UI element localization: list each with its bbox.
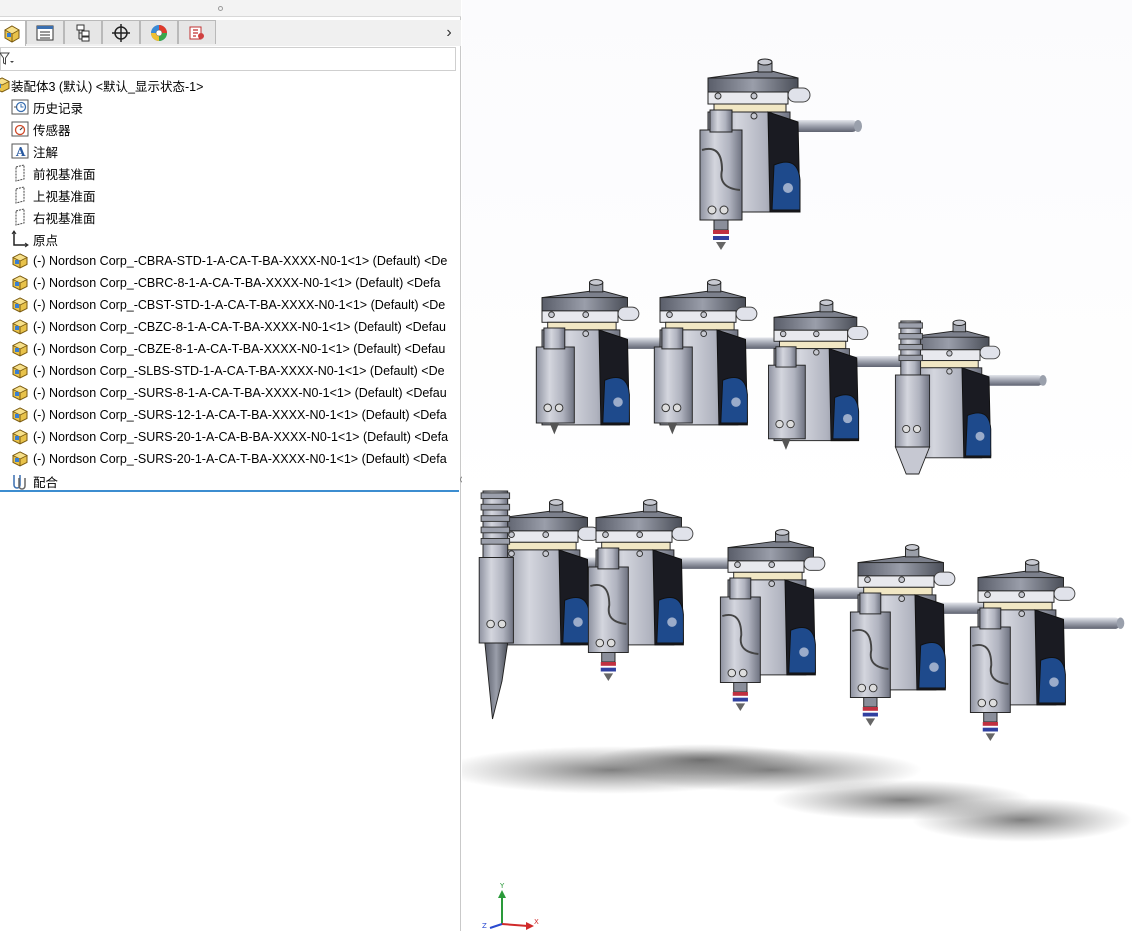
tree-item-label: (-) Nordson Corp_-CBZC-8-1-A-CA-T-BA-XXX… (33, 320, 446, 334)
tree-filter-bar[interactable] (0, 47, 456, 71)
part-icon (10, 318, 30, 336)
view-triad: Y X Z (482, 882, 539, 930)
tree-item-label: 右视基准面 (33, 211, 96, 226)
panel-grip[interactable] (0, 0, 461, 17)
mates-icon (10, 472, 30, 490)
part-icon (10, 296, 30, 314)
part-icon (10, 362, 30, 380)
tree-item-component[interactable]: (-) Nordson Corp_-CBZE-8-1-A-CA-T-BA-XXX… (0, 338, 471, 360)
tree-item-component[interactable]: (-) Nordson Corp_-SURS-8-1-A-CA-T-BA-XXX… (0, 382, 471, 404)
tree-item-history[interactable]: 历史记录 (0, 96, 471, 118)
plane-icon (10, 164, 30, 182)
crosshair-target-icon (112, 23, 130, 42)
filter-icon[interactable] (0, 50, 17, 68)
feature-manager-tab[interactable] (0, 20, 26, 46)
manager-tab-bar: › (0, 20, 461, 46)
feature-manager-panel: › 装配体3 (默认) <默认_显示状态-1> 历史记录 传感器 A 注解 前视… (0, 0, 461, 931)
tree-item-component[interactable]: (-) Nordson Corp_-CBRC-8-1-A-CA-T-BA-XXX… (0, 272, 471, 294)
tree-item-component[interactable]: (-) Nordson Corp_-SLBS-STD-1-A-CA-T-BA-X… (0, 360, 471, 382)
assembly-model-view[interactable] (462, 0, 1132, 931)
tree-item-label: (-) Nordson Corp_-SURS-12-1-A-CA-T-BA-XX… (33, 408, 447, 422)
tree-item-label: (-) Nordson Corp_-CBRC-8-1-A-CA-T-BA-XXX… (33, 276, 441, 290)
tree-item-label: 注解 (33, 145, 59, 160)
tree-item-label: 历史记录 (33, 101, 84, 116)
part-icon (10, 274, 30, 292)
cam-tab[interactable] (178, 20, 216, 44)
part-icon (10, 406, 30, 424)
part-icon (10, 252, 30, 270)
tree-item-component[interactable]: (-) Nordson Corp_-CBZC-8-1-A-CA-T-BA-XXX… (0, 316, 471, 338)
tree-item-label: (-) Nordson Corp_-CBRA-STD-1-A-CA-T-BA-X… (33, 254, 448, 268)
tree-item-label: 上视基准面 (33, 189, 96, 204)
tree-item-front-plane[interactable]: 前视基准面 (0, 162, 471, 184)
valve-unit[interactable] (894, 319, 1047, 475)
plane-icon (10, 186, 30, 204)
tab-scroll-right-button[interactable]: › (440, 23, 458, 43)
valve-unit[interactable] (969, 559, 1125, 741)
property-list-icon (36, 25, 54, 40)
origin-icon (10, 230, 30, 248)
tree-item-label: 原点 (33, 233, 59, 248)
part-icon (10, 428, 30, 446)
tree-item-label: (-) Nordson Corp_-CBST-STD-1-A-CA-T-BA-X… (33, 298, 446, 312)
annotation-icon: A (10, 142, 30, 160)
plane-icon (10, 208, 30, 226)
svg-text:A: A (15, 145, 26, 159)
grip-dot-icon (218, 6, 223, 11)
x-axis-icon (501, 923, 529, 927)
tree-item-label: (-) Nordson Corp_-SURS-20-1-A-CA-B-BA-XX… (33, 430, 449, 444)
tree-root-assembly[interactable]: 装配体3 (默认) <默认_显示状态-1> (0, 74, 461, 96)
configuration-manager-tab[interactable] (64, 20, 102, 44)
appearance-color-wheel-icon (151, 24, 167, 41)
property-manager-tab[interactable] (26, 20, 64, 44)
tree-item-label: (-) Nordson Corp_-SLBS-STD-1-A-CA-T-BA-X… (33, 364, 445, 378)
sensor-icon (10, 120, 30, 138)
tree-item-annotations[interactable]: A 注解 (0, 140, 471, 162)
triad-z-label: Z (482, 922, 487, 930)
tree-item-top-plane[interactable]: 上视基准面 (0, 184, 471, 206)
tree-item-component[interactable]: (-) Nordson Corp_-CBST-STD-1-A-CA-T-BA-X… (0, 294, 471, 316)
configuration-icon (76, 24, 90, 41)
cam-icon (189, 26, 204, 39)
valve-unit[interactable] (587, 499, 743, 681)
display-manager-tab[interactable] (140, 20, 178, 44)
tree-item-label: 前视基准面 (33, 167, 96, 182)
part-icon (10, 450, 30, 468)
tree-item-component[interactable]: (-) Nordson Corp_-SURS-20-1-A-CA-T-BA-XX… (0, 448, 471, 470)
tree-item-sensors[interactable]: 传感器 (0, 118, 471, 140)
assembly-cube-icon (4, 24, 20, 43)
graphics-area[interactable]: Y X Z (462, 0, 1132, 931)
tree-item-right-plane[interactable]: 右视基准面 (0, 206, 471, 228)
tree-item-component[interactable]: (-) Nordson Corp_-SURS-20-1-A-CA-B-BA-XX… (0, 426, 471, 448)
dimxpert-manager-tab[interactable] (102, 20, 140, 44)
tree-item-label: (-) Nordson Corp_-SURS-20-1-A-CA-T-BA-XX… (33, 452, 447, 466)
history-icon (10, 98, 30, 116)
tree-item-mates[interactable]: 配合 (0, 470, 471, 492)
tree-item-component[interactable]: (-) Nordson Corp_-SURS-12-1-A-CA-T-BA-XX… (0, 404, 471, 426)
triad-x-label: X (534, 918, 539, 926)
valve-unit[interactable] (699, 58, 862, 250)
z-axis-icon (489, 923, 503, 929)
tree-item-origin[interactable]: 原点 (0, 228, 471, 250)
tree-item-label: 传感器 (33, 123, 71, 138)
tree-rollback-bar[interactable] (0, 490, 459, 492)
tree-item-component[interactable]: (-) Nordson Corp_-CBRA-STD-1-A-CA-T-BA-X… (0, 250, 471, 272)
part-icon (10, 384, 30, 402)
tree-root-label: 装配体3 (默认) <默认_显示状态-1> (11, 79, 204, 94)
tree-item-label: 配合 (33, 475, 59, 490)
tree-item-label: (-) Nordson Corp_-SURS-8-1-A-CA-T-BA-XXX… (33, 386, 447, 400)
tree-item-label: (-) Nordson Corp_-CBZE-8-1-A-CA-T-BA-XXX… (33, 342, 446, 356)
triad-y-label: Y (499, 882, 505, 890)
valve-unit[interactable] (768, 299, 916, 450)
part-icon (10, 340, 30, 358)
